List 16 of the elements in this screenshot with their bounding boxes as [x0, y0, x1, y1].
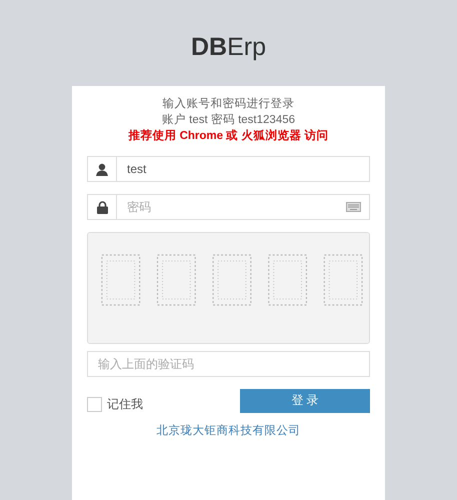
login-button[interactable]: 登 录: [240, 388, 370, 412]
captcha-field[interactable]: 输入上面的验证码: [87, 351, 370, 377]
lock-icon: [96, 200, 108, 214]
intro-text: 输入账号和密码进行登录: [162, 96, 296, 112]
remember-label: 记住我: [107, 396, 143, 413]
remember-checkbox[interactable]: [87, 397, 102, 412]
intro-text: 账户 test 密码 test123456: [160, 112, 296, 128]
browser-notice: 推荐使用 Chrome 或 火狐浏览器 访问: [127, 128, 330, 144]
username-input[interactable]: test: [117, 157, 369, 181]
user-icon: [96, 162, 108, 176]
username-field[interactable]: test: [87, 156, 370, 182]
password-field[interactable]: 密码: [87, 194, 370, 220]
keyboard-icon[interactable]: [346, 202, 361, 212]
logo: DBErp: [190, 32, 267, 63]
company-link[interactable]: 北京珑大钜商科技有限公司: [156, 425, 300, 437]
password-input[interactable]: 密码: [117, 195, 346, 219]
